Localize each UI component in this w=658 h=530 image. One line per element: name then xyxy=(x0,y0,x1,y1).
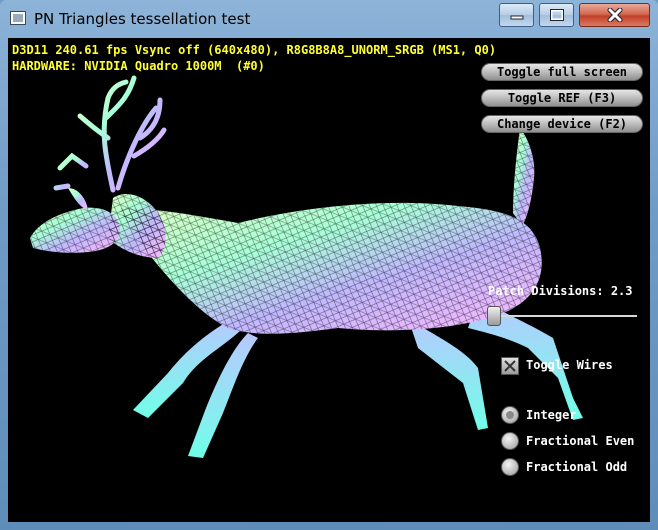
radio-fractional-even-label: Fractional Even xyxy=(526,434,635,448)
hud-stats-line: D3D11 240.61 fps Vsync off (640x480), R8… xyxy=(12,43,497,57)
toggle-ref-button[interactable]: Toggle REF (F3) xyxy=(481,89,643,107)
app-window: PN Triangles tessellation test D3D11 240… xyxy=(0,0,658,530)
patch-divisions-label: Patch Divisions: 2.3 xyxy=(488,284,633,298)
radio-fractional-odd-label: Fractional Odd xyxy=(526,460,628,474)
radio-integer[interactable] xyxy=(501,406,519,424)
app-window-icon xyxy=(10,11,26,25)
change-device-button[interactable]: Change device (F2) xyxy=(481,115,643,133)
minimize-button[interactable] xyxy=(499,3,534,27)
radio-fractional-odd[interactable] xyxy=(501,458,519,476)
close-button[interactable] xyxy=(579,3,650,27)
close-icon xyxy=(607,8,622,22)
render-viewport[interactable]: D3D11 240.61 fps Vsync off (640x480), R8… xyxy=(8,38,650,522)
radio-fractional-even[interactable] xyxy=(501,432,519,450)
hud-hardware-line: HARDWARE: NVIDIA Quadro 1000M (#0) xyxy=(12,59,265,73)
checkmark-icon xyxy=(504,360,516,372)
title-bar[interactable]: PN Triangles tessellation test xyxy=(0,0,658,38)
toggle-full-screen-button[interactable]: Toggle full screen xyxy=(481,63,643,81)
maximize-button[interactable] xyxy=(539,3,574,27)
radio-integer-label: Integer xyxy=(526,408,577,422)
minimize-icon xyxy=(510,15,523,20)
patch-divisions-slider[interactable] xyxy=(488,315,637,317)
window-title: PN Triangles tessellation test xyxy=(34,10,251,28)
deer-wireframe-render xyxy=(30,75,583,458)
patch-divisions-slider-thumb[interactable] xyxy=(487,306,501,326)
toggle-wires-label: Toggle Wires xyxy=(526,358,613,372)
maximize-icon xyxy=(549,9,564,21)
radio-selected-dot xyxy=(506,411,514,419)
toggle-wires-checkbox[interactable] xyxy=(501,357,519,375)
